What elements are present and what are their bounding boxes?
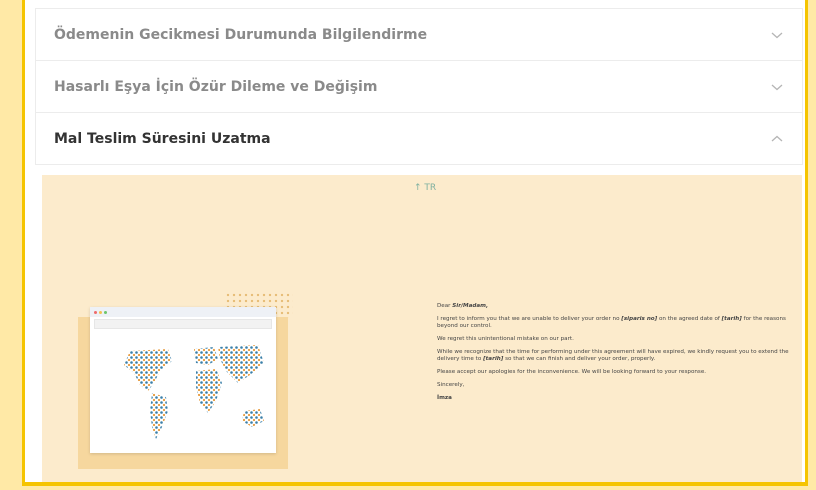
- chevron-down-icon: [771, 32, 783, 38]
- letter-closing: Sincerely,: [437, 382, 465, 388]
- accordion-panel: ↑ TR Dear Sir/Madam, I regret to inform …: [42, 175, 802, 482]
- browser-bar: [90, 307, 276, 317]
- world-map-icon: [124, 345, 264, 439]
- browser-url-bar: [94, 319, 272, 329]
- letter-paragraph: Please accept our apologies for the inco…: [437, 369, 707, 375]
- letter-template: Dear Sir/Madam, I regret to inform you t…: [437, 303, 797, 408]
- accordion-title: Mal Teslim Süresini Uzatma: [54, 130, 271, 147]
- illustration-browser-window: [90, 307, 276, 453]
- faq-frame: Ödemenin Gecikmesi Durumunda Bilgilendir…: [22, 0, 808, 486]
- accordion-title: Hasarlı Eşya İçin Özür Dileme ve Değişim: [54, 78, 378, 95]
- accordion-item-damaged-goods[interactable]: Hasarlı Eşya İçin Özür Dileme ve Değişim: [35, 60, 803, 113]
- chevron-down-icon: [771, 84, 783, 90]
- accordion-item-late-payment[interactable]: Ödemenin Gecikmesi Durumunda Bilgilendir…: [35, 8, 803, 61]
- letter-paragraph: I regret to inform you that we are unabl…: [437, 316, 786, 329]
- letter-signature: İmza: [437, 395, 452, 401]
- chevron-up-icon: [771, 135, 783, 141]
- letter-paragraph: We regret this unintentional mistake on …: [437, 336, 574, 342]
- language-link[interactable]: ↑ TR: [414, 183, 436, 193]
- accordion-item-extend-delivery[interactable]: Mal Teslim Süresini Uzatma: [35, 112, 803, 165]
- letter-greeting: Dear Sir/Madam,: [437, 303, 489, 309]
- letter-paragraph: While we recognize that the time for per…: [437, 349, 789, 362]
- accordion-title: Ödemenin Gecikmesi Durumunda Bilgilendir…: [54, 26, 428, 43]
